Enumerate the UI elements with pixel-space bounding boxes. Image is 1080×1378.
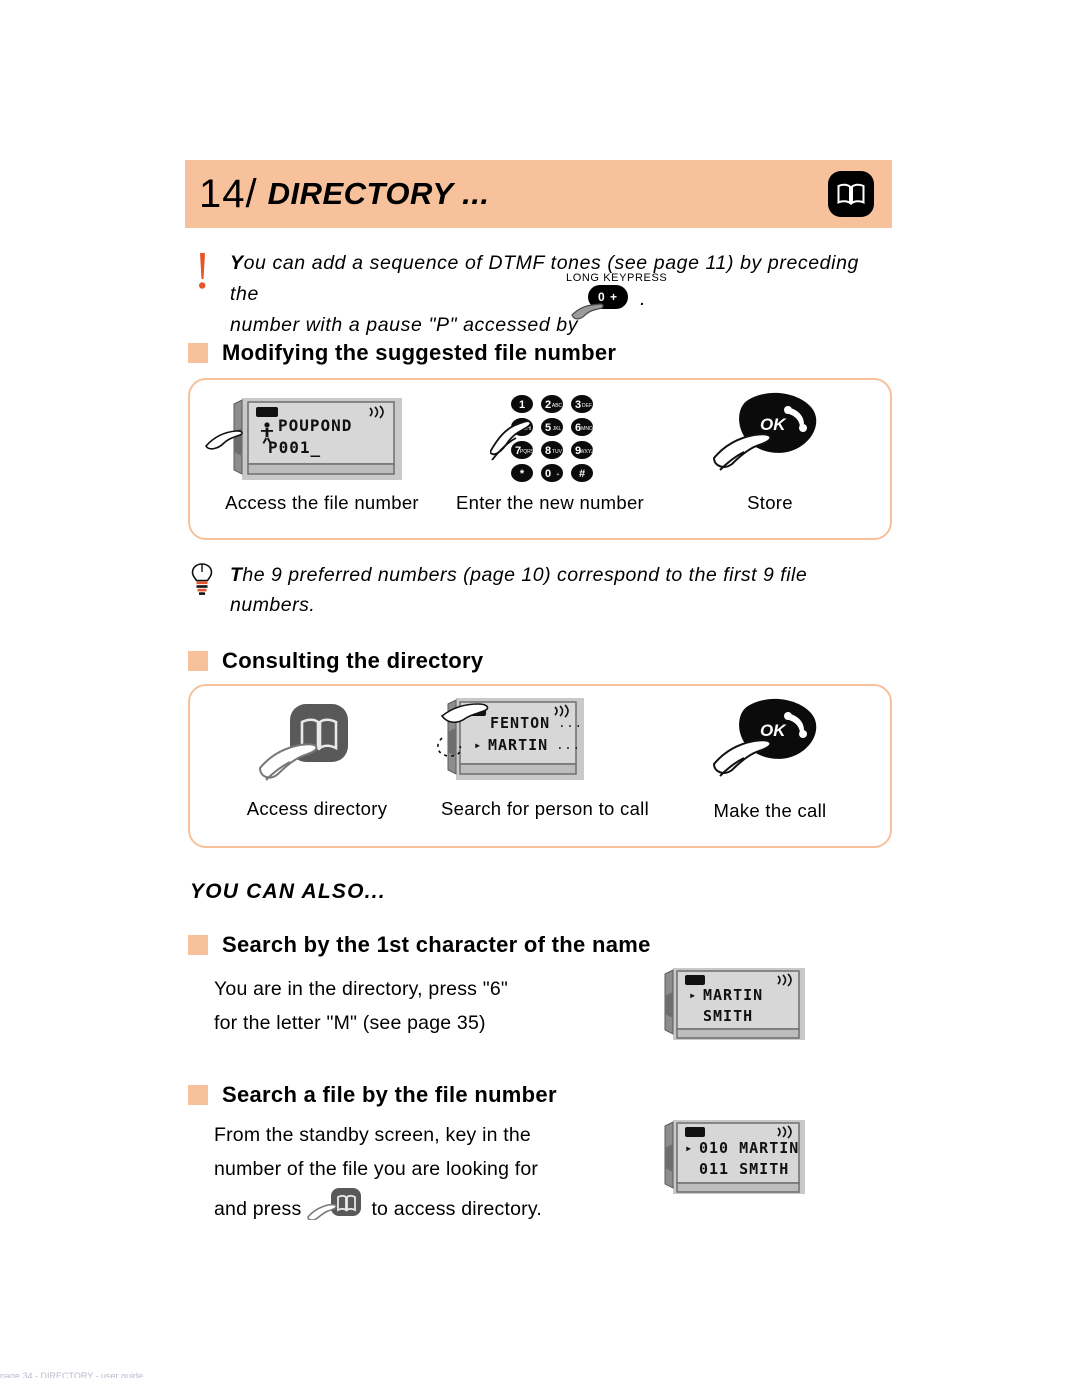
- tip-note: The 9 preferred numbers (page 10) corres…: [188, 560, 888, 620]
- lcd-line-name: POUPOND: [278, 416, 353, 435]
- tip-text: The 9 preferred numbers (page 10) corres…: [230, 560, 888, 620]
- search-filenum-line-3a: and press: [214, 1197, 302, 1220]
- book-key-group: [258, 698, 378, 803]
- lcd-row-0: ▸ 010 MARTIN: [685, 1139, 799, 1157]
- search-filenum-body: From the standby screen, key in the numb…: [214, 1118, 654, 1231]
- tip-lead-char: T: [230, 564, 243, 586]
- lcd-row-1: ▸ MARTIN ...: [474, 736, 582, 754]
- lightbulb-icon: [190, 562, 214, 601]
- lcd-row-marker: ▸: [685, 1141, 694, 1155]
- ok-key-group: OK: [710, 390, 840, 490]
- svg-text:+: +: [557, 472, 560, 478]
- section-bullet-square: [188, 343, 208, 363]
- step-caption-make-call: Make the call: [713, 800, 827, 821]
- section-heading-modify: Modifying the suggested file number: [188, 340, 616, 366]
- svg-text:*: *: [520, 468, 525, 480]
- svg-text:8: 8: [545, 445, 551, 457]
- svg-text:TUV: TUV: [552, 449, 563, 455]
- phone-lcd-directory-list: FENTON ... ▸ MARTIN ...: [434, 694, 644, 799]
- phone-lcd-search-filenum: ▸ 010 MARTIN 011 SMITH: [655, 1112, 825, 1213]
- search-char-label: Search by the 1st character of the name: [222, 932, 651, 957]
- chapter-title: DIRECTORY ...: [267, 176, 490, 211]
- section-consult-label: Consulting the directory: [222, 648, 484, 673]
- search-filenum-line-2: number of the file you are looking for: [214, 1158, 539, 1180]
- lcd-row-name: FENTON: [490, 714, 551, 732]
- lcd-row-name: SMITH: [703, 1007, 754, 1025]
- lcd-row-marker: ▸: [689, 988, 698, 1002]
- warning-line2: number with a pause "P" accessed by: [230, 314, 579, 336]
- search-filenum-line-3b: to access directory.: [371, 1197, 542, 1220]
- warning-note: You can add a sequence of DTMF tones (se…: [188, 248, 888, 341]
- svg-text:5: 5: [545, 422, 551, 434]
- search-char-line-2: for the letter "M" (see page 35): [214, 1012, 486, 1034]
- warning-line1: ou can add a sequence of DTMF tones (see…: [230, 252, 859, 305]
- section-bullet-square: [188, 651, 208, 671]
- warning-text: You can add a sequence of DTMF tones (se…: [230, 248, 888, 341]
- step-caption-search-person: Search for person to call: [440, 798, 650, 819]
- svg-text:3: 3: [575, 399, 581, 411]
- lcd-row-marker: ▸: [474, 738, 483, 752]
- chapter-number: 14/: [199, 171, 258, 216]
- phone-lcd-search-char: ▸ MARTIN SMITH: [655, 962, 825, 1059]
- you-can-also-label: YOU CAN ALSO...: [190, 880, 386, 903]
- step-caption-access-file-number: Access the file number: [225, 492, 419, 513]
- step-caption-store: Store: [747, 492, 793, 513]
- step-caption-access-directory: Access directory: [246, 798, 388, 819]
- search-filenum-line-3: and press to access directory.: [214, 1186, 654, 1231]
- lcd-row-1: 011 SMITH: [699, 1160, 789, 1178]
- lcd-row-name: 010 MARTIN: [699, 1139, 800, 1157]
- search-filenum-line-1: From the standby screen, key in the: [214, 1124, 531, 1146]
- book-icon: [307, 1186, 365, 1231]
- svg-text:WXYZ: WXYZ: [580, 449, 594, 455]
- step-box-modify: POUPOND P001_ 1 2 3 5 6 7 8 9 * 0 # ABC …: [188, 378, 892, 540]
- long-keypress-label: LONG KEYPRESS: [566, 272, 668, 284]
- warning-trailing-period: .: [640, 288, 646, 310]
- svg-text:1: 1: [519, 399, 525, 411]
- book-icon: [828, 171, 874, 217]
- section-heading-search-char: Search by the 1st character of the name: [188, 932, 651, 958]
- section-bullet-square: [188, 935, 208, 955]
- svg-text:MNO: MNO: [581, 426, 593, 432]
- chapter-header-banner: 14/ DIRECTORY ...: [185, 160, 892, 228]
- search-char-line-1: You are in the directory, press "6": [214, 978, 508, 1000]
- manual-page: 14/ DIRECTORY ... You can add a sequence…: [0, 0, 1080, 1378]
- svg-text:OK: OK: [760, 415, 787, 434]
- tip-text-rest: he 9 preferred numbers (page 10) corresp…: [230, 564, 808, 616]
- phone-lcd-file-number: POUPOND P001_: [205, 394, 432, 499]
- exclamation-icon: [192, 251, 212, 291]
- lcd-row-0: ▸ MARTIN: [689, 986, 763, 1004]
- svg-text:2: 2: [545, 399, 551, 411]
- svg-text:PQRS: PQRS: [520, 449, 535, 455]
- lcd-row-0: FENTON ...: [490, 714, 582, 732]
- pointing-hand-icon: [205, 430, 243, 450]
- step-caption-enter-new-number: Enter the new number: [455, 492, 645, 513]
- page-footer: page 34 - DIRECTORY - user guide: [0, 1371, 144, 1378]
- keypad-group: 1 2 3 4 5 6 7 8 9 * 0 # ABC DEF GHI: [488, 390, 620, 485]
- lcd-row-name: MARTIN: [488, 736, 549, 754]
- svg-text:OK: OK: [760, 721, 787, 740]
- svg-text:DEF: DEF: [582, 403, 592, 409]
- search-char-body: You are in the directory, press "6" for …: [214, 972, 654, 1040]
- section-heading-search-filenum: Search a file by the file number: [188, 1082, 557, 1108]
- warning-lead-char: Y: [230, 252, 244, 274]
- svg-text:ABC: ABC: [552, 403, 563, 409]
- section-modify-label: Modifying the suggested file number: [222, 340, 617, 365]
- lcd-row-trail: ...: [558, 716, 583, 730]
- ok-key-group: OK: [710, 696, 840, 796]
- pointing-hand-icon: [570, 297, 612, 328]
- step-box-consult: FENTON ... ▸ MARTIN ... OK Access direct…: [188, 684, 892, 848]
- lcd-row-trail: ...: [556, 738, 581, 752]
- svg-text:6: 6: [575, 422, 581, 434]
- lcd-line-filenumber: P001_: [268, 438, 322, 457]
- section-bullet-square: [188, 1085, 208, 1105]
- svg-text:JKL: JKL: [553, 426, 562, 432]
- search-filenum-label: Search a file by the file number: [222, 1082, 557, 1107]
- svg-text:0: 0: [545, 468, 551, 480]
- lcd-row-name: 011 SMITH: [699, 1160, 790, 1178]
- section-heading-consult: Consulting the directory: [188, 648, 483, 674]
- lcd-row-1: SMITH: [703, 1007, 753, 1025]
- svg-text:#: #: [579, 468, 585, 480]
- lcd-row-name: MARTIN: [703, 986, 764, 1004]
